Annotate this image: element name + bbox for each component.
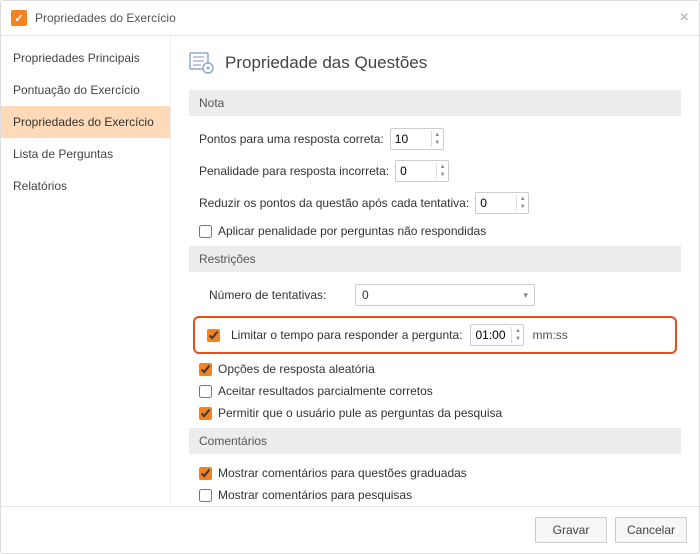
reduce-input[interactable] [476, 194, 516, 212]
page-title: Propriedade das Questões [225, 53, 427, 73]
attempts-row: Número de tentativas: 0 ▾ [209, 284, 681, 306]
graded-checkbox[interactable] [199, 467, 212, 480]
graded-row: Mostrar comentários para questões gradua… [199, 466, 681, 480]
sidebar-item-label: Propriedades do Exercício [13, 115, 154, 129]
survey-label: Mostrar comentários para pesquisas [218, 488, 412, 502]
spinner-arrows[interactable]: ▲▼ [436, 163, 448, 179]
random-checkbox[interactable] [199, 363, 212, 376]
cancel-button[interactable]: Cancelar [615, 517, 687, 543]
limit-time-spinner[interactable]: ▲▼ [470, 324, 524, 346]
chevron-down-icon: ▾ [523, 290, 528, 301]
sidebar-item-label: Lista de Perguntas [13, 147, 113, 161]
reduce-row: Reduzir os pontos da questão após cada t… [199, 192, 681, 214]
sidebar-item-label: Relatórios [13, 179, 67, 193]
page-content: Nota Pontos para uma resposta correta: ▲… [171, 90, 699, 506]
reduce-label: Reduzir os pontos da questão após cada t… [199, 196, 469, 210]
partial-checkbox[interactable] [199, 385, 212, 398]
survey-row: Mostrar comentários para pesquisas [199, 488, 681, 502]
spinner-arrows[interactable]: ▲▼ [511, 327, 523, 343]
apply-penalty-row: Aplicar penalidade por perguntas não res… [199, 224, 681, 238]
points-label: Pontos para uma resposta correta: [199, 132, 384, 146]
limit-time-input[interactable] [471, 326, 511, 344]
random-row: Opções de resposta aleatória [199, 362, 681, 376]
penalty-spinner[interactable]: ▲▼ [395, 160, 449, 182]
apply-penalty-label: Aplicar penalidade por perguntas não res… [218, 224, 486, 238]
partial-label: Aceitar resultados parcialmente corretos [218, 384, 433, 398]
skip-checkbox[interactable] [199, 407, 212, 420]
limit-time-unit: mm:ss [532, 328, 567, 342]
apply-penalty-checkbox[interactable] [199, 225, 212, 238]
partial-row: Aceitar resultados parcialmente corretos [199, 384, 681, 398]
titlebar: ✓ Propriedades do Exercício × [1, 1, 699, 36]
save-button[interactable]: Gravar [535, 517, 607, 543]
sidebar-item-scoring[interactable]: Pontuação do Exercício [1, 74, 170, 106]
sidebar-item-question-list[interactable]: Lista de Perguntas [1, 138, 170, 170]
points-spinner[interactable]: ▲▼ [390, 128, 444, 150]
limit-time-label: Limitar o tempo para responder a pergunt… [231, 328, 462, 342]
spinner-arrows[interactable]: ▲▼ [431, 131, 443, 147]
penalty-row: Penalidade para resposta incorreta: ▲▼ [199, 160, 681, 182]
spinner-arrows[interactable]: ▲▼ [516, 195, 528, 211]
random-label: Opções de resposta aleatória [218, 362, 375, 376]
sidebar: Propriedades Principais Pontuação do Exe… [1, 36, 171, 506]
points-row: Pontos para uma resposta correta: ▲▼ [199, 128, 681, 150]
dialog-footer: Gravar Cancelar [1, 506, 699, 553]
limit-time-highlight: Limitar o tempo para responder a pergunt… [193, 316, 677, 354]
graded-label: Mostrar comentários para questões gradua… [218, 466, 467, 480]
survey-checkbox[interactable] [199, 489, 212, 502]
settings-list-icon [189, 50, 215, 76]
reduce-spinner[interactable]: ▲▼ [475, 192, 529, 214]
penalty-input[interactable] [396, 162, 436, 180]
attempts-select[interactable]: 0 ▾ [355, 284, 535, 306]
page-header: Propriedade das Questões [171, 36, 699, 90]
sidebar-item-reports[interactable]: Relatórios [1, 170, 170, 202]
section-header-nota: Nota [189, 90, 681, 116]
skip-row: Permitir que o usuário pule as perguntas… [199, 406, 681, 420]
points-input[interactable] [391, 130, 431, 148]
sidebar-item-main-props[interactable]: Propriedades Principais [1, 42, 170, 74]
sidebar-item-exercise-props[interactable]: Propriedades do Exercício [1, 106, 170, 138]
attempts-label: Número de tentativas: [209, 288, 349, 302]
app-icon: ✓ [11, 10, 27, 26]
close-icon[interactable]: × [680, 9, 689, 27]
skip-label: Permitir que o usuário pule as perguntas… [218, 406, 502, 420]
limit-time-checkbox[interactable] [207, 329, 220, 342]
sidebar-item-label: Pontuação do Exercício [13, 83, 140, 97]
attempts-value: 0 [362, 288, 369, 302]
penalty-label: Penalidade para resposta incorreta: [199, 164, 389, 178]
section-header-restricoes: Restrições [189, 246, 681, 272]
window-title: Propriedades do Exercício [35, 11, 176, 25]
sidebar-item-label: Propriedades Principais [13, 51, 140, 65]
section-header-comentarios: Comentários [189, 428, 681, 454]
